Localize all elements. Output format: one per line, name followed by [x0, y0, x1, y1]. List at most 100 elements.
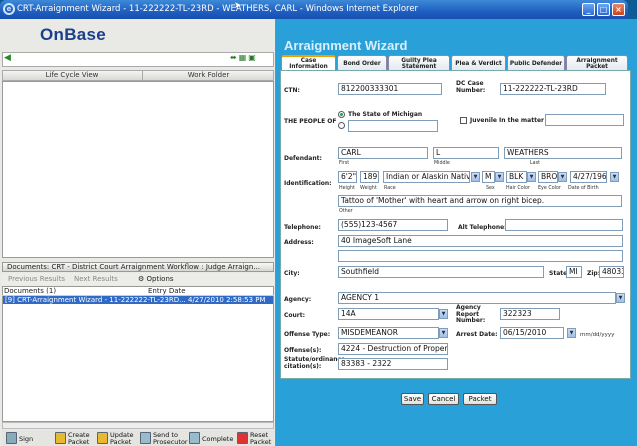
people-other-field[interactable] — [348, 120, 438, 132]
options-label: Options — [146, 275, 174, 283]
tab-lifecycle-view[interactable]: Life Cycle View — [2, 70, 142, 81]
weight-field[interactable]: 189 — [360, 171, 379, 183]
juvenile-field[interactable] — [545, 114, 624, 126]
eye-dropdown-icon[interactable]: ▼ — [558, 172, 567, 182]
statute-label: Statute/ordinance citation(s): — [284, 356, 346, 370]
telephone-label: Telephone: — [284, 224, 321, 231]
juvenile-checkbox[interactable] — [460, 117, 467, 124]
ie-icon: e — [3, 3, 15, 15]
state-radio[interactable] — [338, 111, 345, 118]
dob-dropdown-icon[interactable]: ▼ — [610, 172, 619, 182]
identification-label: Identification: — [284, 180, 332, 187]
arrest-date-field[interactable]: 06/15/2010 — [500, 327, 564, 339]
toolbar-icons[interactable]: ⬌▦▣ — [230, 53, 258, 62]
cancel-button[interactable]: Cancel — [428, 393, 459, 405]
city-label: City: — [284, 270, 300, 277]
first-sub: First — [339, 161, 350, 166]
agency-label: Agency: — [284, 296, 312, 303]
court-dropdown-icon[interactable]: ▼ — [439, 309, 448, 319]
people-of-label: THE PEOPLE OF — [284, 118, 337, 125]
height-sub: Height — [339, 186, 355, 191]
state-field[interactable]: MI — [566, 266, 582, 278]
sex-dropdown-icon[interactable]: ▼ — [495, 172, 504, 182]
sex-sub: Sex — [486, 186, 495, 191]
create-packet-button[interactable]: Create Packet — [68, 432, 94, 445]
sign-button[interactable]: Sign — [19, 436, 33, 446]
eye-select[interactable]: BRO — [538, 171, 558, 183]
offense-type-select[interactable]: MISDEMEANOR — [338, 327, 439, 339]
minimize-button[interactable]: _ — [582, 3, 595, 16]
reset-packet-button[interactable]: Reset Packet — [250, 432, 274, 445]
court-select[interactable]: 14A — [338, 308, 439, 320]
dc-case-label: DC Case Number: — [456, 80, 486, 94]
agency-select[interactable]: AGENCY 1 — [338, 292, 616, 304]
page-title: Arraignment Wizard — [284, 38, 408, 53]
hair-sub: Hair Color — [506, 186, 530, 191]
sex-select[interactable]: M — [482, 171, 495, 183]
telephone-field[interactable]: (555)123-4567 — [338, 219, 448, 231]
address-line2-field[interactable] — [338, 250, 623, 262]
complete-button[interactable]: Complete — [202, 436, 233, 446]
reset-icon[interactable] — [237, 432, 248, 444]
dob-field[interactable]: 4/27/1968 — [570, 171, 607, 183]
close-button[interactable]: × — [612, 3, 625, 16]
ctn-label: CTN: — [284, 87, 300, 94]
race-dropdown-icon[interactable]: ▼ — [471, 172, 480, 182]
complete-icon[interactable] — [189, 432, 200, 444]
state-radio-label: The State of Michigan — [348, 111, 423, 118]
zip-field[interactable]: 48033 — [599, 266, 624, 278]
other-description-field[interactable]: Tattoo of 'Mother' with heart and arrow … — [338, 195, 622, 207]
weight-sub: Weight — [360, 186, 377, 191]
tab-work-folder[interactable]: Work Folder — [142, 70, 274, 81]
address-label: Address: — [284, 239, 314, 246]
first-name-field[interactable]: CARL — [338, 147, 428, 159]
offense-type-dropdown-icon[interactable]: ▼ — [439, 328, 448, 338]
race-sub: Race — [384, 186, 396, 191]
calendar-dropdown-icon[interactable]: ▼ — [567, 328, 576, 338]
middle-name-field[interactable]: L — [433, 147, 499, 159]
defendant-label: Defendant: — [284, 155, 322, 162]
packet-button[interactable]: Packet — [463, 393, 497, 405]
race-select[interactable]: Indian or Alaskin Native — [383, 171, 470, 183]
documents-header: Documents: CRT - District Court Arraignm… — [2, 262, 274, 272]
ctn-field[interactable]: 812200333301 — [338, 83, 442, 95]
hair-select[interactable]: BLK — [506, 171, 527, 183]
dc-case-field[interactable]: 11-222222-TL-23RD — [500, 83, 606, 95]
update-packet-icon[interactable] — [97, 432, 108, 444]
options-button[interactable]: ⚙ Options — [138, 273, 174, 285]
eye-sub: Eye Color — [538, 186, 561, 191]
create-packet-icon[interactable] — [55, 432, 66, 444]
agency-dropdown-icon[interactable]: ▼ — [616, 293, 625, 303]
sign-icon[interactable] — [6, 432, 17, 444]
send-icon[interactable] — [140, 432, 151, 444]
table-row[interactable]: [9] CRT-Arraignment Wizard - 11-222222-T… — [3, 296, 273, 304]
city-field[interactable]: Southfield — [338, 266, 544, 278]
prev-results-button[interactable]: Previous Results — [8, 275, 65, 283]
maximize-button[interactable]: □ — [597, 3, 610, 16]
horizontal-scrollbar[interactable] — [2, 422, 274, 429]
height-field[interactable]: 6'2" — [338, 171, 357, 183]
col-documents: Documents (1) — [4, 287, 57, 295]
col-entry-date: Entry Date — [148, 287, 186, 295]
date-format-hint: mm/dd/yyyy — [580, 332, 615, 338]
alt-telephone-label: Alt Telephone: — [458, 224, 507, 231]
offenses-field[interactable]: 4224 - Destruction of Property — [338, 343, 448, 355]
other-radio[interactable] — [338, 122, 345, 129]
update-packet-button[interactable]: Update Packet — [110, 432, 136, 445]
agency-report-field[interactable]: 322323 — [500, 308, 560, 320]
collapse-arrow-icon[interactable]: ◀ — [4, 53, 11, 63]
statute-field[interactable]: 83383 - 2322 — [338, 358, 448, 370]
last-name-field[interactable]: WEATHERS — [504, 147, 622, 159]
hair-dropdown-icon[interactable]: ▼ — [527, 172, 536, 182]
arrest-date-label: Arrest Date: — [456, 331, 498, 338]
mouse-cursor-icon: ➤ — [234, 1, 242, 11]
court-label: Court: — [284, 312, 306, 319]
send-to-prosecutor-button[interactable]: Send to Prosecutor — [153, 432, 188, 445]
juvenile-label: Juvenile In the matter of — [470, 117, 553, 124]
next-results-button[interactable]: Next Results — [74, 275, 118, 283]
other-sub: Other — [339, 209, 353, 214]
save-button[interactable]: Save — [401, 393, 424, 405]
offense-type-label: Offense Type: — [284, 331, 331, 338]
address-line1-field[interactable]: 40 ImageSoft Lane — [338, 235, 623, 247]
alt-telephone-field[interactable] — [505, 219, 623, 231]
